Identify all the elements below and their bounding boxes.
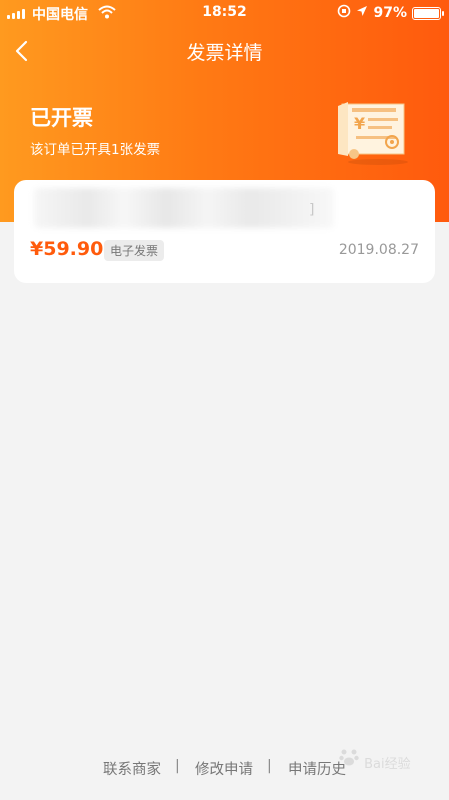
invoice-status: 已开票 该订单已开具1张发票	[30, 102, 160, 158]
footer-separator: |	[175, 758, 180, 774]
nav-bar: 发票详情	[0, 26, 449, 76]
invoice-status-subtitle: 该订单已开具1张发票	[30, 142, 161, 158]
battery-icon	[412, 6, 444, 20]
battery-percentage: 97%	[373, 5, 407, 21]
contact-seller-link[interactable]: 联系商家	[103, 758, 161, 779]
status-bar: 中国电信 18:52 97%	[0, 0, 449, 26]
invoice-amount: ¥59.90	[30, 238, 104, 260]
paw-icon	[338, 749, 364, 772]
invoice-type-badge: 电子发票	[104, 240, 165, 261]
watermark: Bai经验	[338, 746, 411, 772]
invoice-status-title: 已开票	[30, 106, 93, 130]
svg-text:¥: ¥	[354, 114, 365, 133]
page-title: 发票详情	[186, 42, 263, 64]
shop-name-suffix: ]	[309, 202, 315, 218]
footer-separator: |	[267, 758, 272, 774]
orientation-lock-icon	[337, 4, 351, 22]
shop-name-redacted	[34, 188, 334, 228]
modify-application-link[interactable]: 修改申请	[195, 758, 253, 779]
invoice-illustration-icon: ¥	[334, 96, 414, 170]
invoice-date: 2019.08.27	[338, 242, 419, 258]
watermark-text: Bai经验	[364, 757, 411, 772]
location-icon	[356, 5, 368, 21]
invoice-card[interactable]: ] ¥59.90 电子发票 2019.08.27	[14, 180, 435, 283]
